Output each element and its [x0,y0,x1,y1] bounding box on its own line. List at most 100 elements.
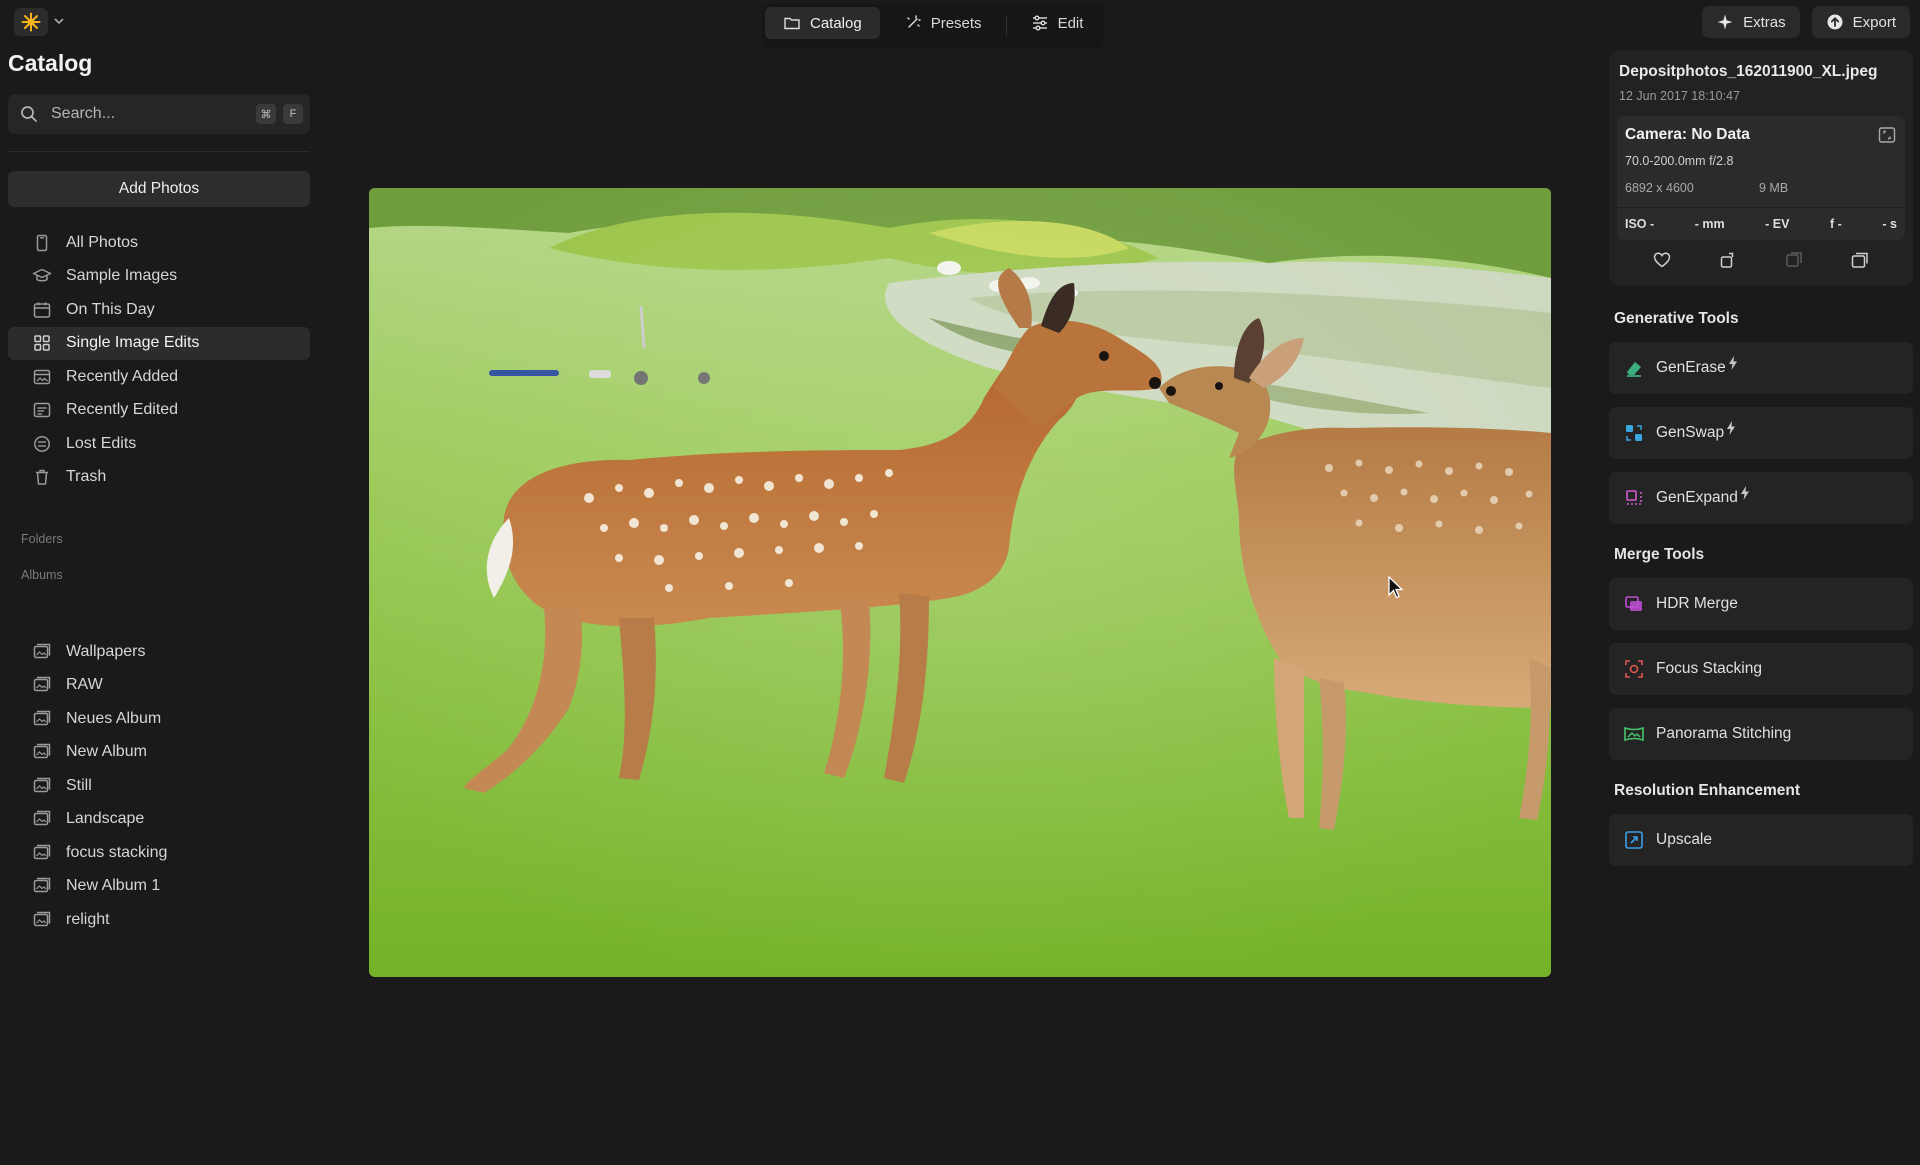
mouse-cursor-icon [1388,576,1404,599]
heart-icon[interactable] [1652,250,1672,270]
shortcut-key-f: F [283,104,303,124]
sidebar-item-lost-edits[interactable]: Lost Edits [8,427,310,461]
album-item[interactable]: focus stacking [8,836,310,870]
album-icon [33,777,51,792]
shortcut-key-mod: ⌘ [256,104,276,124]
rotate-icon[interactable] [1718,250,1738,270]
deer-photo [369,188,1551,977]
sidebar-item-all-photos[interactable]: All Photos [8,226,310,260]
album-item[interactable]: Landscape [8,803,310,837]
album-item[interactable]: New Album [8,736,310,770]
sidebar-item-trash[interactable]: Trash [8,461,310,495]
sidebar-item-on-this-day[interactable]: On This Day [8,293,310,327]
top-actions: Extras Export [1702,6,1910,38]
genexpand-button[interactable]: GenExpand [1609,472,1913,524]
sidebar-item-label: Lost Edits [66,434,137,452]
generase-button[interactable]: GenErase [1609,342,1913,394]
album-item[interactable]: Wallpapers [8,635,310,669]
panorama-stitching-label: Panorama Stitching [1656,725,1792,742]
folders-heading[interactable]: Folders [21,532,63,546]
album-label: RAW [66,676,103,694]
hdr-icon [1625,596,1642,611]
edit-doc-icon [33,403,51,418]
albums-heading[interactable]: Albums [21,568,63,582]
tab-label: Edit [1057,14,1084,32]
exposure-stats: ISO - - mm - EV f - - s [1617,207,1905,240]
search-input[interactable]: Search... ⌘ F [8,94,310,134]
sparkle-icon [907,15,921,28]
swap-icon [1626,425,1642,441]
tab-label: Presets [930,14,982,32]
hdr-merge-button[interactable]: HDR Merge [1609,578,1913,630]
album-icon [33,811,51,826]
album-item[interactable]: Neues Album [8,702,310,736]
tab-catalog[interactable]: Catalog [765,7,880,39]
image-dimensions: 6892 x 4600 [1625,181,1694,195]
library-nav: All Photos Sample Images On This Day Sin… [8,226,310,494]
album-label: relight [66,910,110,928]
upscale-button[interactable]: Upscale [1609,814,1913,866]
album-item[interactable]: RAW [8,669,310,703]
lightning-icon [1740,486,1749,500]
tab-divider [1005,16,1007,36]
search-icon [21,106,37,122]
copy-icon[interactable] [1850,250,1870,270]
focus-icon [1625,660,1643,678]
sidebar-title: Catalog [8,50,93,76]
genswap-button[interactable]: GenSwap [1609,407,1913,459]
sidebar-item-recently-added[interactable]: Recently Added [8,360,310,394]
chevron-down-icon[interactable] [52,14,66,28]
panorama-icon [1624,726,1644,742]
sidebar-item-label: Recently Edited [66,401,179,419]
image-actions [1609,250,1913,270]
genswap-label: GenSwap [1656,424,1725,441]
hdr-merge-label: HDR Merge [1656,595,1738,612]
sun-icon [21,12,41,32]
album-label: Landscape [66,810,145,828]
album-label: Neues Album [66,709,162,727]
ev-value: - EV [1765,217,1790,231]
album-icon [33,643,51,658]
sidebar-item-label: All Photos [66,233,139,251]
resolution-heading: Resolution Enhancement [1614,782,1801,799]
album-icon [33,677,51,692]
tab-presets[interactable]: Presets [886,7,1000,39]
sidebar-item-recently-edited[interactable]: Recently Edited [8,394,310,428]
album-icon [33,744,51,759]
calendar-icon [33,302,51,318]
photo-preview[interactable] [369,188,1551,977]
iso-value: ISO - [1625,217,1655,231]
sidebar-item-sample-images[interactable]: Sample Images [8,260,310,294]
compare-icon[interactable] [1784,250,1804,270]
album-item[interactable]: New Album 1 [8,870,310,904]
app-logo[interactable] [14,8,48,36]
extras-label: Extras [1743,13,1786,31]
sliders-icon [1032,15,1047,31]
panorama-stitching-button[interactable]: Panorama Stitching [1609,708,1913,760]
tab-edit[interactable]: Edit [1013,7,1102,39]
sidebar-item-label: Single Image Edits [66,334,200,352]
folder-icon [784,17,800,30]
album-item[interactable]: relight [8,903,310,937]
sidebar-item-single-image-edits[interactable]: Single Image Edits [8,326,310,360]
album-item[interactable]: Still [8,769,310,803]
extras-button[interactable]: Extras [1702,6,1800,38]
focus-stacking-button[interactable]: Focus Stacking [1609,643,1913,695]
lightning-icon [1727,421,1736,435]
aperture-value: f - [1830,217,1842,231]
graduation-cap-icon [32,269,52,282]
eraser-icon [1627,362,1641,377]
export-icon [1827,14,1843,30]
lost-icon [34,435,50,452]
expand-icon[interactable] [1877,125,1897,145]
sidebar: Catalog Search... ⌘ F Add Photos All Pho… [0,44,320,1165]
tab-label: Catalog [810,14,862,32]
generative-tools-heading: Generative Tools [1614,310,1739,327]
export-button[interactable]: Export [1811,6,1910,38]
album-icon [33,911,51,926]
trash-icon [36,470,48,485]
export-label: Export [1852,13,1896,31]
camera-info: Camera: No Data 70.0-200.0mm f/2.8 6892 … [1617,116,1905,240]
expand-canvas-icon [1626,490,1642,505]
add-photos-button[interactable]: Add Photos [8,171,310,207]
